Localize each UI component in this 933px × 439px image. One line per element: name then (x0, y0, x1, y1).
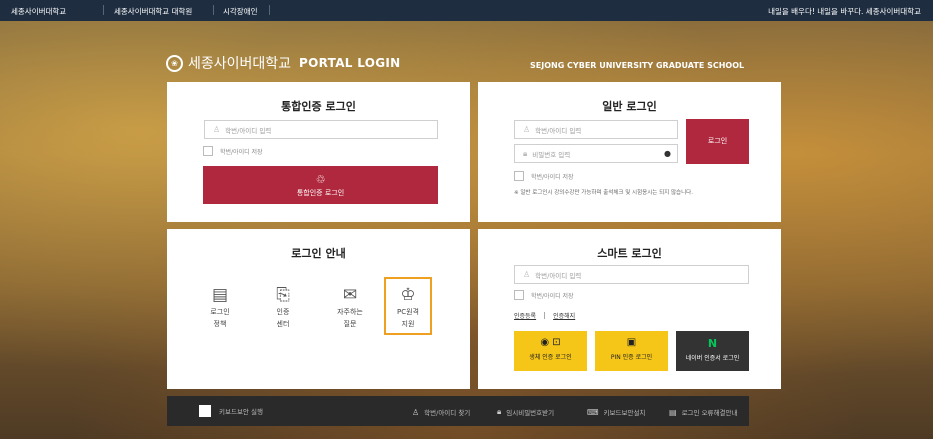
smart-auth-links: 인증등록 인증해지 (514, 311, 575, 320)
smart-id-placeholder: 학번/아이디 입력 (535, 271, 582, 280)
smart-login-panel: 스마트 로그인 ♙ 학번/아이디 입력 학번/아이디 저장 인증등록 인증해지 … (478, 229, 781, 389)
pin-keypad-icon: ▣ (626, 337, 637, 348)
guide-label-line1: 자주하는 (337, 308, 363, 316)
naver-cert-login-label: 네이버 인증서 로그인 (685, 355, 740, 362)
keyboard-install-link[interactable]: ⌨ 키보드보안설치 (587, 407, 646, 418)
guide-label-line1: PC원격 (397, 308, 419, 316)
top-bar: 세종사이버대학교 세종사이버대학교 대학원 시각장애인 내일을 배우다! 내일을… (0, 0, 933, 21)
certificate-check-icon: ⎘ (276, 285, 290, 305)
lock-icon: 🔒︎ (523, 148, 528, 158)
chat-check-icon: ✉ (342, 285, 358, 305)
checkbox-box[interactable] (203, 146, 213, 156)
integrated-save-id-label: 학번/아이디 저장 (220, 148, 263, 156)
user-search-icon: ♙ (412, 407, 420, 417)
user-icon: ♙ (523, 270, 531, 279)
login-guide-panel: 로그인 안내 ▤ 로그인 정책 ⎘ 인증 센터 ✉ 자주하는 질문 ♔ PC원격… (167, 229, 470, 389)
integrated-save-id-checkbox[interactable]: 학번/아이디 저장 (203, 146, 263, 156)
smart-id-input[interactable]: ♙ 학번/아이디 입력 (514, 265, 749, 284)
smart-login-title: 스마트 로그인 (597, 247, 662, 260)
topbar-link-visually-impaired[interactable]: 시각장애인 (223, 6, 258, 17)
keyboard-install-label: 키보드보안설치 (603, 409, 646, 417)
checkbox-box[interactable] (514, 171, 524, 181)
integrated-login-panel: 통합인증 로그인 ♙ 학번/아이디 입력 학번/아이디 저장 ♲ 통합인증 로그… (167, 82, 470, 222)
general-id-placeholder: 학번/아이디 입력 (535, 126, 582, 135)
bio-login-label: 생체 인증 로그인 (529, 354, 572, 361)
portal-logo: ❀ 세종사이버대학교 PORTAL LOGIN (166, 53, 401, 73)
show-password-eye-icon[interactable]: ● (664, 149, 671, 158)
keyboard-security-checkbox[interactable] (199, 405, 211, 417)
login-guide-title: 로그인 안내 (291, 247, 346, 260)
keyboard-security-toggle[interactable]: 키보드보안 실행 (199, 405, 263, 417)
general-login-notice: ※ 일반 로그인시 강의수강만 가능하며 출석체크 및 시험응시는 되지 않습니… (514, 190, 693, 196)
fingerprint-face-icon: ◉ ⊡ (540, 337, 561, 348)
integrated-login-button[interactable]: ♲ 통합인증 로그인 (203, 166, 438, 204)
general-login-title: 일반 로그인 (602, 100, 657, 113)
id-card-icon: ▤ (211, 285, 229, 305)
general-save-id-label: 학번/아이디 저장 (531, 173, 574, 181)
lock-icon: 🔒︎ (497, 407, 502, 416)
guide-item-faq[interactable]: ✉ 자주하는 질문 (326, 285, 374, 329)
general-password-placeholder: 비밀번호 입력 (532, 150, 571, 159)
guide-label-line1: 로그인 (210, 308, 230, 316)
keyboard-icon: ⌨ (587, 407, 599, 417)
user-icon: ♙ (213, 125, 221, 134)
general-login-button[interactable]: 로그인 (686, 119, 749, 164)
link-divider (544, 312, 546, 319)
integrated-id-input[interactable]: ♙ 학번/아이디 입력 (204, 120, 438, 139)
guide-label-line2: 지원 (401, 320, 415, 328)
user-check-icon: ♔ (400, 285, 416, 305)
document-icon: ▤ (669, 407, 677, 417)
smart-save-id-label: 학번/아이디 저장 (531, 292, 574, 300)
find-id-link[interactable]: ♙ 학번/아이디 찾기 (412, 407, 471, 418)
integrated-id-placeholder: 학번/아이디 입력 (225, 126, 272, 135)
general-password-input[interactable]: 🔒︎ 비밀번호 입력 ● (514, 144, 678, 163)
footer-bar: 키보드보안 실행 ♙ 학번/아이디 찾기 🔒︎ 임시비밀번호받기 ⌨ 키보드보안… (167, 396, 749, 426)
topbar-divider (269, 5, 270, 15)
topbar-slogan: 내일을 배우다! 내일을 바꾸다. 세종사이버대학교 (768, 7, 921, 16)
topbar-divider (213, 5, 214, 15)
topbar-link-graduate[interactable]: 세종사이버대학교 대학원 (114, 6, 192, 17)
smart-save-id-checkbox[interactable]: 학번/아이디 저장 (514, 290, 574, 300)
university-seal-icon: ❀ (166, 54, 183, 72)
find-id-label: 학번/아이디 찾기 (424, 409, 471, 417)
pin-login-button[interactable]: ▣ PIN 인증 로그인 (595, 331, 668, 371)
guide-label-line1: 인증 (276, 308, 290, 316)
auth-unregister-link[interactable]: 인증해지 (553, 311, 575, 320)
guide-item-auth-center[interactable]: ⎘ 인증 센터 (263, 285, 303, 329)
fingerprint-user-icon: ♲ (315, 173, 326, 186)
topbar-divider (103, 5, 104, 15)
integrated-login-title: 통합인증 로그인 (281, 100, 356, 113)
general-id-input[interactable]: ♙ 학번/아이디 입력 (514, 120, 678, 139)
guide-label-line2: 정책 (213, 320, 227, 328)
bio-login-button[interactable]: ◉ ⊡ 생체 인증 로그인 (514, 331, 587, 371)
university-name: 세종사이버대학교 (188, 56, 292, 72)
portal-login-title: PORTAL LOGIN (299, 56, 401, 70)
temp-password-label: 임시비밀번호받기 (506, 409, 555, 417)
guide-item-pc-remote[interactable]: ♔ PC원격 지원 (384, 277, 432, 335)
temp-password-link[interactable]: 🔒︎ 임시비밀번호받기 (497, 407, 554, 417)
guide-label-line2: 센터 (276, 320, 290, 328)
login-error-guide-label: 로그인 오류해결안내 (681, 409, 738, 417)
naver-cert-login-button[interactable]: N 네이버 인증서 로그인 (676, 331, 749, 371)
auth-register-link[interactable]: 인증등록 (514, 311, 536, 320)
general-login-panel: 일반 로그인 ♙ 학번/아이디 입력 🔒︎ 비밀번호 입력 ● 로그인 학번/아… (478, 82, 781, 222)
general-save-id-checkbox[interactable]: 학번/아이디 저장 (514, 171, 574, 181)
pin-login-label: PIN 인증 로그인 (610, 354, 653, 361)
guide-item-login-policy[interactable]: ▤ 로그인 정책 (200, 285, 240, 329)
naver-logo-icon: N (707, 337, 718, 350)
guide-label-line2: 질문 (343, 320, 357, 328)
checkbox-box[interactable] (514, 290, 524, 300)
integrated-login-button-label: 통합인증 로그인 (296, 189, 345, 197)
login-error-guide-link[interactable]: ▤ 로그인 오류해결안내 (669, 407, 738, 418)
graduate-school-name: SEJONG CYBER UNIVERSITY GRADUATE SCHOOL (530, 61, 745, 70)
keyboard-security-label: 키보드보안 실행 (219, 408, 263, 416)
topbar-link-university[interactable]: 세종사이버대학교 (11, 6, 66, 17)
user-icon: ♙ (523, 125, 531, 134)
